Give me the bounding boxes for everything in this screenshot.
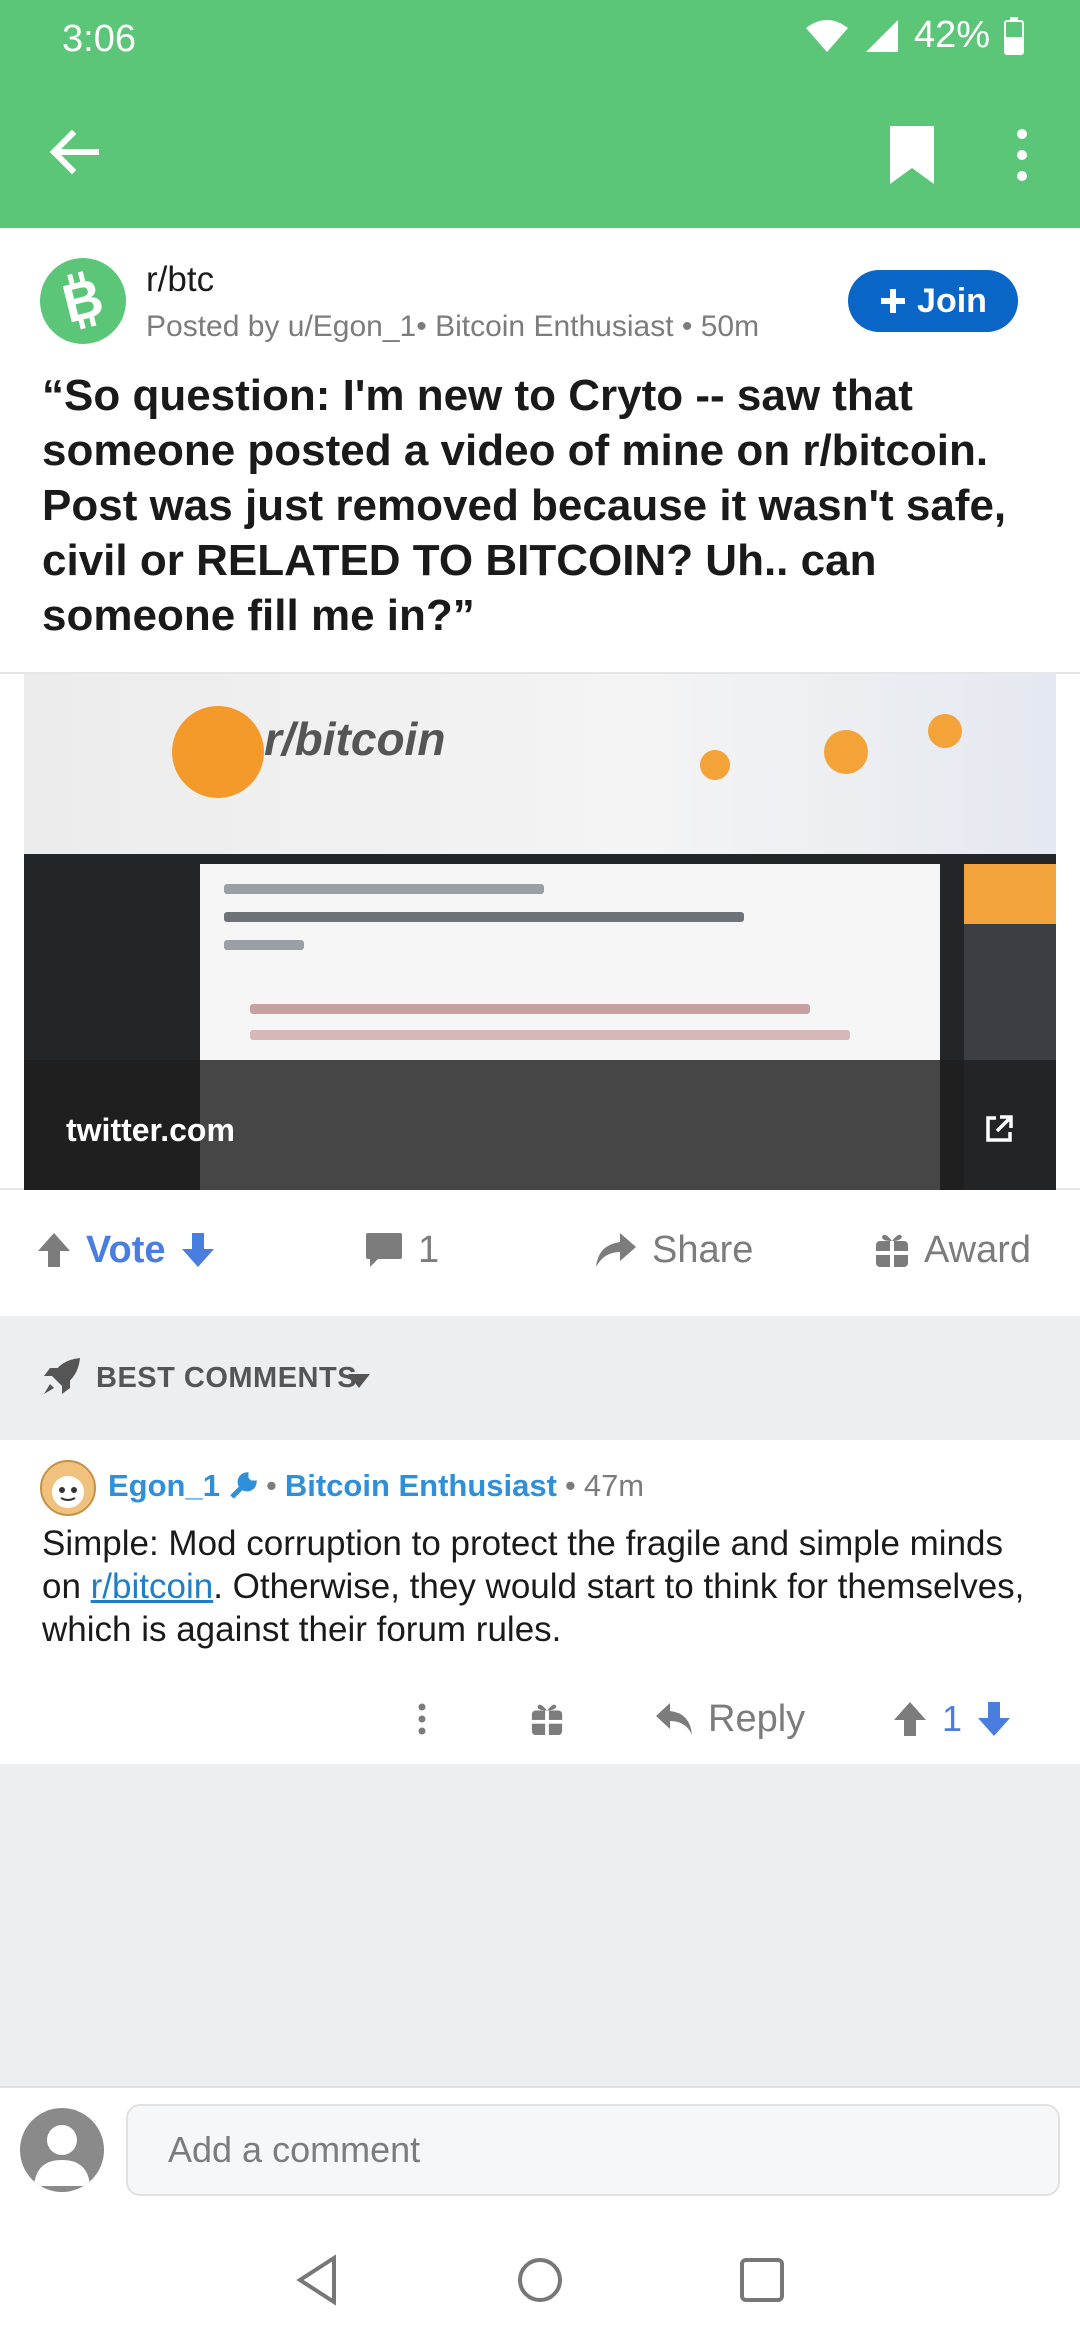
comment-count: 1 [418, 1228, 440, 1271]
system-nav-bar [0, 2210, 1080, 2340]
thumbnail-line [224, 940, 304, 950]
thumbnail-line [250, 1030, 850, 1040]
upvote-icon[interactable] [36, 1231, 72, 1269]
wifi-icon [805, 19, 848, 52]
join-label: Join [917, 281, 987, 320]
plus-icon [881, 289, 906, 313]
status-time: 3:06 [62, 18, 136, 60]
snoo-avatar-icon [52, 1476, 84, 1508]
share-button[interactable]: Share [594, 1198, 753, 1302]
upvote-icon[interactable] [892, 1700, 928, 1738]
nav-back-icon[interactable] [290, 2250, 350, 2310]
thumbnail-text: r/bitcoin [264, 713, 446, 765]
downvote-icon[interactable] [976, 1700, 1012, 1738]
comment-body: Simple: Mod corruption to protect the fr… [42, 1522, 1042, 1651]
thumbnail-sidebar-header [964, 864, 1056, 924]
meta-separator: • [265, 1468, 277, 1503]
more-options-icon [418, 1703, 426, 1735]
link-domain: twitter.com [66, 1112, 235, 1148]
comment-author[interactable]: Egon_1 [108, 1468, 220, 1504]
coin-icon [824, 730, 868, 774]
coin-icon [928, 714, 962, 748]
user-avatar[interactable] [20, 2108, 104, 2192]
comment-score: 1 [942, 1698, 963, 1739]
meta-separator: • [416, 310, 436, 343]
user-flair: Bitcoin Enthusiast [435, 310, 674, 343]
battery-percent: 42% [913, 14, 990, 56]
comment-vote-control: 1 [892, 1684, 1012, 1754]
app-bar: 3:06 42% [0, 0, 1080, 228]
comments-button[interactable]: 1 [364, 1198, 439, 1302]
award-label: Award [924, 1228, 1032, 1271]
user-silhouette-icon [34, 2125, 90, 2186]
thumbnail-line [250, 1004, 810, 1014]
more-options-icon[interactable] [1002, 124, 1042, 186]
comment-age: 47m [583, 1468, 645, 1503]
subreddit-avatar[interactable]: B [40, 258, 126, 344]
signal-icon [865, 19, 898, 52]
meta-separator: • [673, 310, 701, 343]
battery-icon [1004, 16, 1024, 55]
comment-flair: Bitcoin Enthusiast [284, 1468, 557, 1503]
post-card: B r/btc Posted by u/Egon_1• Bitcoin Enth… [0, 228, 1080, 1316]
award-button[interactable]: Award [874, 1198, 1031, 1302]
post-actions: Vote 1 Share Award [0, 1198, 1080, 1302]
comment-actions: Reply 1 [0, 1684, 1080, 1754]
comment-header: Egon_1 • Bitcoin Enthusiast • 47m [108, 1468, 644, 1504]
comment-composer: Add a comment [0, 2086, 1080, 2210]
bitcoin-coin-icon [172, 706, 264, 798]
reply-arrow-icon [656, 1703, 692, 1735]
thumbnail-line [224, 912, 744, 922]
moderator-wrench-icon [230, 1472, 257, 1499]
post-title[interactable]: “So question: I'm new to Cryto -- saw th… [42, 368, 1042, 643]
share-arrow-icon [596, 1233, 636, 1267]
sort-label: BEST COMMENTS [96, 1362, 358, 1394]
comment-input[interactable]: Add a comment [126, 2104, 1060, 2196]
link-preview[interactable]: r/bitcoin twitter.com [0, 672, 1080, 1190]
reply-label: Reply [708, 1697, 806, 1740]
avatar[interactable] [40, 1460, 96, 1516]
nav-home-icon[interactable] [510, 2250, 570, 2310]
posted-by[interactable]: Posted by u/Egon_1 [146, 310, 416, 343]
back-arrow-icon[interactable] [44, 122, 104, 182]
coin-icon [700, 750, 730, 780]
thumbnail-line [224, 884, 544, 894]
subreddit-link[interactable]: r/bitcoin [91, 1567, 214, 1606]
join-button[interactable]: Join [848, 270, 1018, 332]
rocket-icon [44, 1358, 80, 1394]
comment-more-button[interactable] [412, 1684, 432, 1754]
meta-separator: • [564, 1468, 576, 1503]
share-label: Share [652, 1228, 754, 1271]
gift-icon [876, 1234, 908, 1267]
status-icons: 42% [804, 14, 1024, 57]
comment-bubble-icon [366, 1233, 402, 1267]
post-meta: Posted by u/Egon_1• Bitcoin Enthusiast •… [146, 310, 759, 344]
vote-label: Vote [86, 1228, 166, 1271]
gift-icon [531, 1704, 563, 1736]
comment-award-button[interactable] [530, 1684, 564, 1754]
comment-sort-bar[interactable]: BEST COMMENTS [0, 1316, 1080, 1440]
vote-control: Vote [36, 1198, 216, 1302]
subreddit-name[interactable]: r/btc [146, 260, 214, 300]
nav-recents-icon[interactable] [732, 2250, 792, 2310]
bookmark-icon[interactable] [884, 124, 940, 186]
downvote-icon[interactable] [180, 1231, 216, 1269]
comment: Egon_1 • Bitcoin Enthusiast • 47m Simple… [0, 1440, 1080, 1764]
chevron-down-icon [348, 1374, 370, 1388]
post-age: 50m [700, 310, 760, 343]
reply-button[interactable]: Reply [654, 1684, 805, 1754]
external-link-icon [986, 1115, 1013, 1142]
bitcoin-cash-logo-icon: B [57, 267, 109, 335]
